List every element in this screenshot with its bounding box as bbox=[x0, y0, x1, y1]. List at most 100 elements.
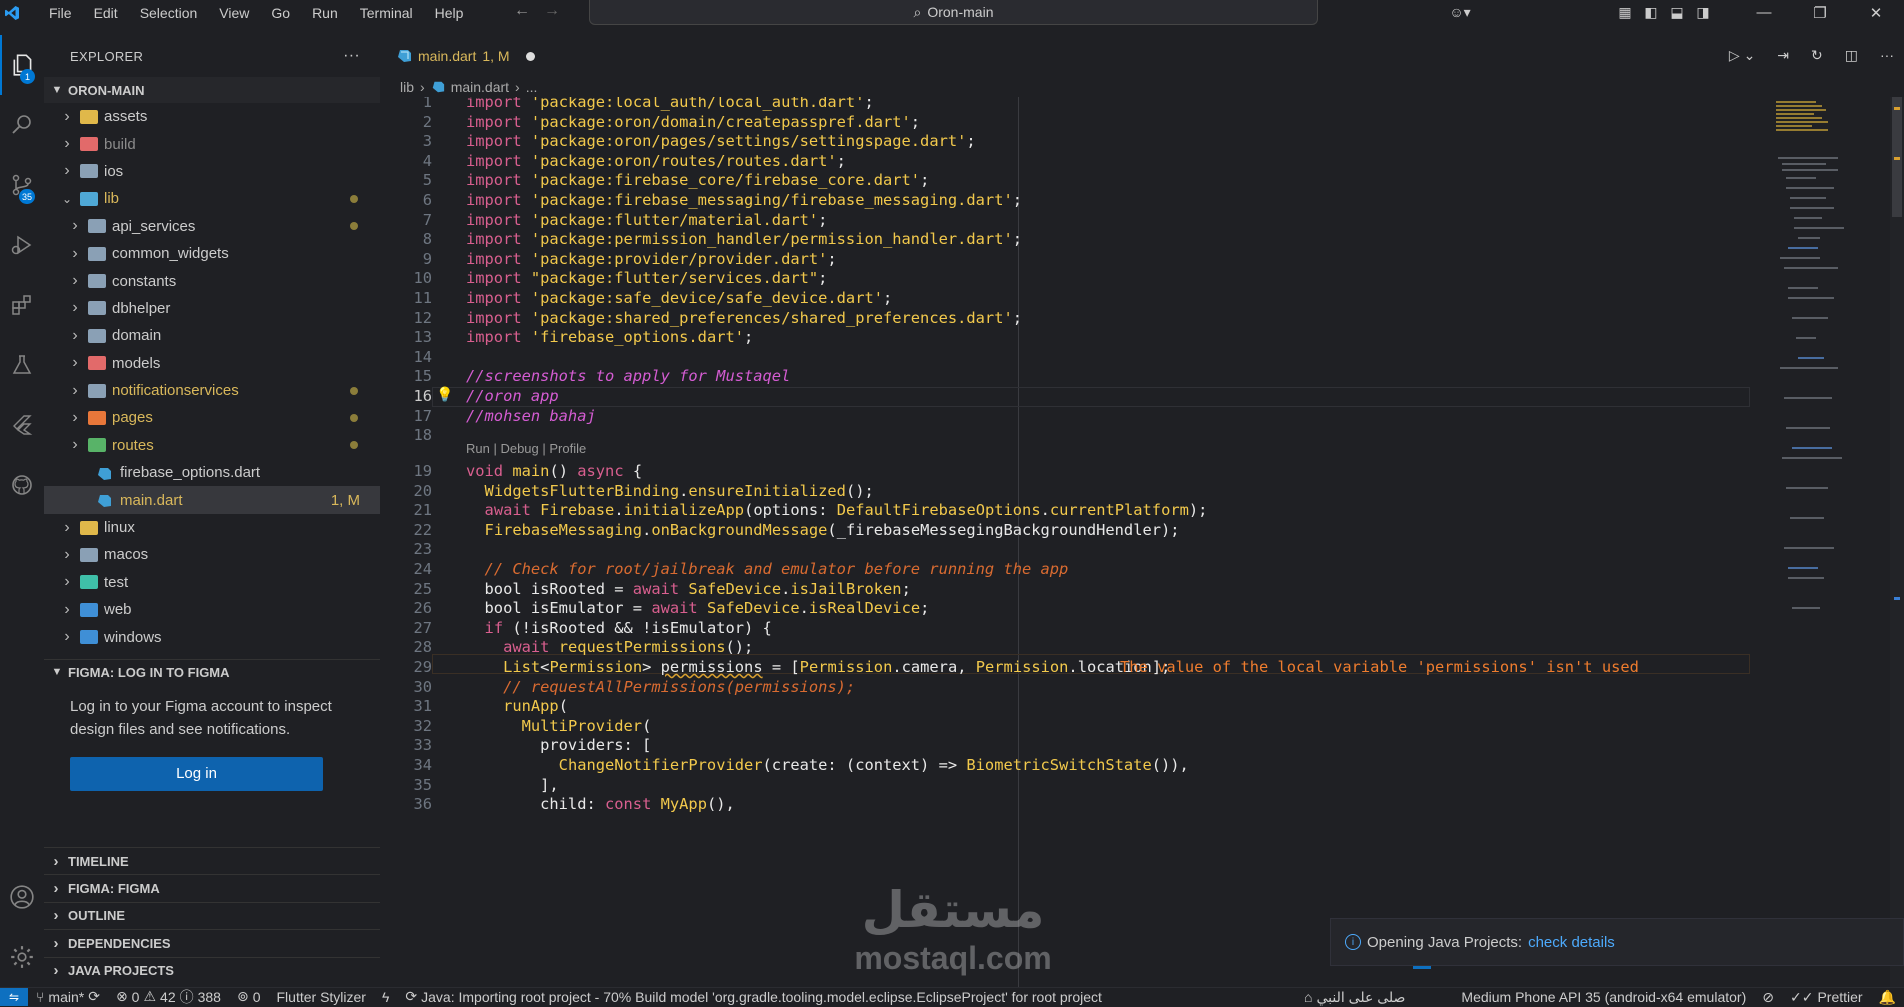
code-line: 24 // Check for root/jailbreak and emula… bbox=[413, 560, 1069, 578]
tree-item[interactable]: › dbhelper bbox=[44, 295, 380, 322]
restore-button[interactable]: ❐ bbox=[1792, 0, 1848, 25]
figma-login-title: FIGMA: LOG IN TO FIGMA bbox=[68, 664, 230, 680]
tree-item[interactable]: › test bbox=[44, 569, 380, 596]
workspace-root-header[interactable]: ▼ ORON-MAIN bbox=[44, 77, 380, 103]
tab-main-dart[interactable]: main.dart 1, M bbox=[380, 35, 549, 77]
section-timeline[interactable]: › TIMELINE bbox=[44, 847, 380, 874]
breadcrumb-lib[interactable]: lib bbox=[400, 79, 414, 95]
tree-item[interactable]: › routes bbox=[44, 432, 380, 459]
section-dependencies[interactable]: › DEPENDENCIES bbox=[44, 929, 380, 956]
vertical-scrollbar[interactable] bbox=[1890, 97, 1904, 987]
code-line: 18 bbox=[413, 426, 432, 445]
explorer-sidebar: EXPLORER ··· ▼ ORON-MAIN › assets › build › i… bbox=[44, 35, 380, 987]
prettier-status[interactable]: ✓✓ Prettier bbox=[1782, 989, 1871, 1006]
section-label: JAVA PROJECTS bbox=[68, 963, 174, 979]
tree-item[interactable]: › ios bbox=[44, 158, 380, 185]
more-actions-icon[interactable]: ··· bbox=[343, 47, 360, 65]
breadcrumb-file[interactable]: main.dart bbox=[451, 79, 509, 95]
lightning-icon[interactable]: ϟ bbox=[374, 989, 397, 1005]
menu-go[interactable]: Go bbox=[260, 5, 301, 21]
branch-status[interactable]: ⑂ main* ⟳ bbox=[28, 988, 108, 1005]
source-control-activity[interactable]: 35 bbox=[0, 155, 44, 215]
figma-login-button[interactable]: Log in bbox=[70, 756, 323, 791]
java-task-status[interactable]: ⟳ Java: Importing root project - 70% Buil… bbox=[397, 988, 1110, 1005]
open-changes-icon[interactable]: ⇥ bbox=[1777, 47, 1789, 64]
section-outline[interactable]: › OUTLINE bbox=[44, 901, 380, 929]
code-line: 14 bbox=[413, 347, 432, 366]
hot-reload-icon[interactable]: ↻ bbox=[1811, 47, 1823, 64]
code-editor[interactable]: 💡 Run | Debug | Profile 1 import 'package… bbox=[380, 97, 1750, 987]
menu-terminal[interactable]: Terminal bbox=[349, 5, 424, 21]
extensions-activity[interactable] bbox=[0, 275, 44, 335]
notifications-bell-icon[interactable]: 🔔 bbox=[1871, 989, 1904, 1006]
chevron-right-icon: › bbox=[53, 907, 59, 925]
flutter-stylizer-status[interactable]: Flutter Stylizer bbox=[269, 989, 374, 1005]
menu-help[interactable]: Help bbox=[424, 5, 475, 21]
tree-item[interactable]: › constants bbox=[44, 267, 380, 294]
ports-status[interactable]: ⊚ 0 bbox=[229, 988, 269, 1005]
arabic-status[interactable]: ⌂ صلى على النبي bbox=[1296, 989, 1413, 1006]
split-editor-icon[interactable]: ◫ bbox=[1845, 47, 1858, 64]
tree-item[interactable]: › api_services bbox=[44, 213, 380, 240]
code-line: 1 import 'package:local_auth/local_auth.d… bbox=[422, 97, 874, 111]
breadcrumb-symbol[interactable]: ... bbox=[526, 79, 538, 95]
tree-item[interactable]: firebase_options.dart bbox=[44, 459, 380, 486]
tree-item[interactable]: › build bbox=[44, 130, 380, 157]
section-figma-figma[interactable]: › FIGMA: FIGMA bbox=[44, 874, 380, 901]
tree-item[interactable]: › assets bbox=[44, 103, 380, 130]
figma-login-panel: Log in to your Figma account to inspect … bbox=[44, 685, 380, 791]
explorer-badge: 1 bbox=[20, 69, 35, 84]
menu-file[interactable]: File bbox=[38, 5, 83, 21]
unsaved-dot-icon[interactable] bbox=[525, 51, 535, 61]
folder-icon bbox=[88, 246, 106, 261]
tree-item[interactable]: main.dart 1, M bbox=[44, 486, 380, 514]
tree-item[interactable]: › common_widgets bbox=[44, 240, 380, 267]
github-activity[interactable] bbox=[0, 455, 44, 515]
check-details-link[interactable]: check details bbox=[1528, 934, 1615, 951]
menu-run[interactable]: Run bbox=[301, 5, 349, 21]
search-activity[interactable] bbox=[0, 95, 44, 155]
tree-item[interactable]: › models bbox=[44, 350, 380, 377]
menu-selection[interactable]: Selection bbox=[129, 5, 209, 21]
tree-item[interactable]: › web bbox=[44, 596, 380, 623]
close-button[interactable]: ✕ bbox=[1848, 0, 1904, 25]
remote-indicator[interactable]: ⇋ bbox=[0, 987, 28, 1006]
tree-item[interactable]: › linux bbox=[44, 514, 380, 541]
back-arrow-icon[interactable]: ← bbox=[514, 2, 530, 20]
minimize-button[interactable]: — bbox=[1736, 0, 1792, 25]
tree-item[interactable]: › pages bbox=[44, 404, 380, 431]
tree-item[interactable]: › notificationservices bbox=[44, 377, 380, 404]
run-icon[interactable]: ▷ ⌄ bbox=[1729, 47, 1755, 64]
tree-item[interactable]: › windows bbox=[44, 623, 380, 650]
tree-item[interactable]: › domain bbox=[44, 322, 380, 349]
toggle-secondary-sidebar-icon[interactable]: ◨ bbox=[1690, 0, 1716, 25]
explorer-activity[interactable]: 1 bbox=[0, 35, 44, 95]
tree-item[interactable]: › macos bbox=[44, 541, 380, 568]
minimap[interactable] bbox=[1768, 97, 1880, 987]
copilot-status-icon[interactable]: ⊘ bbox=[1754, 989, 1782, 1006]
problems-status[interactable]: ⊗ 0 ⚠ 42 ⓘ 388 bbox=[108, 987, 229, 1007]
flutter-activity[interactable] bbox=[0, 395, 44, 455]
menu-bar: File Edit Selection View Go Run Terminal Help bbox=[38, 5, 474, 21]
testing-activity[interactable] bbox=[0, 335, 44, 395]
forward-arrow-icon[interactable]: → bbox=[544, 2, 560, 20]
section-java-projects[interactable]: › JAVA PROJECTS bbox=[44, 956, 380, 984]
run-debug-activity[interactable] bbox=[0, 215, 44, 275]
toggle-primary-sidebar-icon[interactable]: ◧ bbox=[1638, 0, 1664, 25]
folder-icon bbox=[80, 630, 98, 645]
sync-icon[interactable]: ⟳ bbox=[88, 988, 100, 1005]
section-label: TIMELINE bbox=[68, 853, 129, 869]
section-label: FIGMA: FIGMA bbox=[68, 881, 160, 897]
menu-edit[interactable]: Edit bbox=[83, 5, 129, 21]
copilot-icon[interactable]: ☺▾ bbox=[1438, 0, 1482, 25]
menu-view[interactable]: View bbox=[208, 5, 260, 21]
device-status[interactable]: Medium Phone API 35 (android-x64 emulato… bbox=[1453, 989, 1754, 1005]
accounts-activity[interactable] bbox=[0, 867, 44, 927]
figma-login-header[interactable]: ▼ FIGMA: LOG IN TO FIGMA bbox=[44, 658, 380, 685]
more-actions-icon[interactable]: ··· bbox=[1880, 47, 1894, 64]
manage-activity[interactable] bbox=[0, 927, 44, 987]
tree-item[interactable]: ⌄ lib bbox=[44, 185, 380, 212]
toggle-panel-icon[interactable]: ⬓ bbox=[1664, 0, 1690, 25]
command-center[interactable]: ⌕ Oron-main bbox=[589, 0, 1318, 25]
layout-customize-icon[interactable]: ▦ bbox=[1612, 0, 1638, 25]
